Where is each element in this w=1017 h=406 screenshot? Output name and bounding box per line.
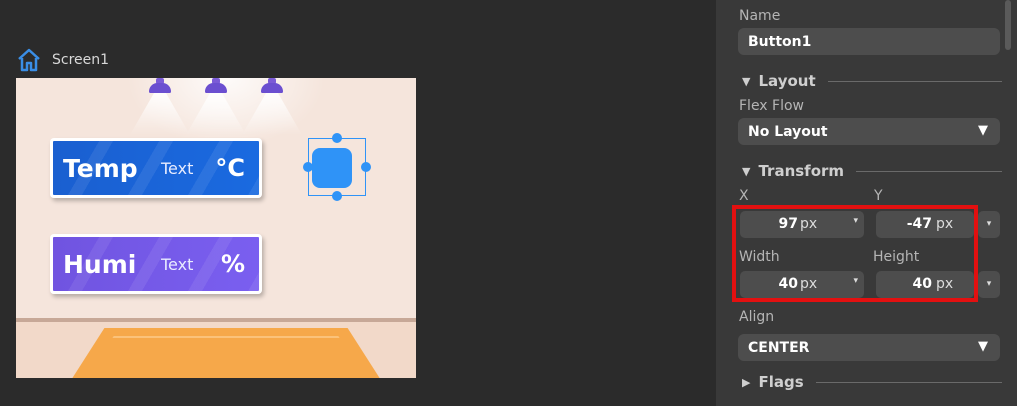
transform-section-header[interactable]: ▼ Transform: [742, 162, 1002, 180]
properties-panel: Name Button1 ▼ Layout Flex Flow No Layou…: [716, 0, 1017, 406]
resize-handle-top[interactable]: [332, 133, 342, 143]
align-select[interactable]: CENTER ▼: [738, 334, 1000, 361]
temp-sign[interactable]: Temp Text °C: [50, 138, 262, 198]
resize-handle-bottom[interactable]: [332, 191, 342, 201]
resize-handle-left[interactable]: [303, 162, 313, 172]
button1-widget[interactable]: [312, 148, 352, 188]
layout-section-header[interactable]: ▼ Layout: [742, 72, 1002, 90]
expand-triangle-icon: ▶: [742, 375, 751, 389]
ceiling-lamp-icon: [205, 78, 227, 93]
highlight-box: [732, 205, 978, 302]
humi-value-text: Text: [161, 254, 194, 274]
flags-section-header[interactable]: ▶ Flags: [742, 373, 1002, 391]
ceiling-lamp-icon: [149, 78, 171, 93]
layout-section-title: Layout: [758, 72, 816, 90]
y-label: Y: [874, 188, 883, 204]
temp-value-text: Text: [161, 158, 194, 178]
x-label: X: [739, 188, 749, 204]
name-label: Name: [739, 8, 781, 24]
y-unit-dropdown-icon[interactable]: ▾: [978, 211, 1000, 238]
temp-title: Temp: [63, 153, 138, 183]
humi-sign[interactable]: Humi Text %: [50, 234, 262, 294]
height-unit-dropdown-icon[interactable]: ▾: [978, 271, 1000, 298]
flex-flow-label: Flex Flow: [739, 98, 805, 114]
resize-handle-right[interactable]: [361, 162, 371, 172]
home-icon: [18, 48, 40, 72]
name-input[interactable]: Button1: [738, 28, 1000, 55]
collapse-triangle-icon: ▼: [742, 164, 751, 178]
screen-name: Screen1: [52, 52, 110, 68]
temp-unit: °C: [215, 154, 245, 182]
ceiling-lamp-icon: [261, 78, 283, 93]
rug-border: [82, 336, 370, 378]
dropdown-arrow-icon: ▼: [978, 123, 988, 138]
name-value: Button1: [748, 33, 812, 50]
dropdown-arrow-icon: ▼: [978, 339, 988, 354]
panel-scrollbar[interactable]: [1005, 0, 1011, 50]
flex-flow-value: No Layout: [748, 123, 828, 140]
collapse-triangle-icon: ▼: [742, 74, 751, 88]
flex-flow-select[interactable]: No Layout ▼: [738, 118, 1000, 145]
screen-tab[interactable]: Screen1: [16, 47, 109, 73]
humi-unit: %: [220, 250, 245, 278]
humi-title: Humi: [63, 249, 137, 279]
align-value: CENTER: [748, 339, 810, 356]
flags-section-title: Flags: [758, 373, 804, 391]
align-label: Align: [739, 309, 775, 325]
transform-section-title: Transform: [758, 162, 845, 180]
screen-canvas[interactable]: Temp Text °C Humi Text %: [16, 78, 416, 378]
